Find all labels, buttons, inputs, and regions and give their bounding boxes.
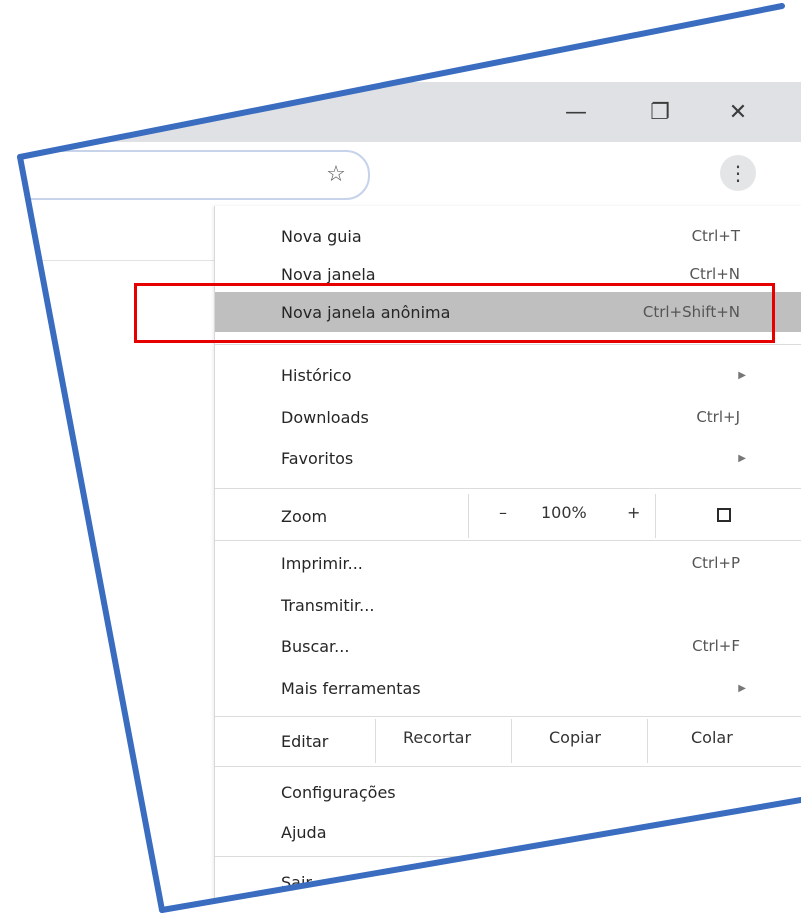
submenu-arrow-icon: ▶ — [738, 452, 746, 464]
menu-item-label: Nova janela — [281, 264, 376, 284]
menu-separator — [215, 716, 801, 717]
menu-item-shortcut: Ctrl+J — [696, 408, 740, 426]
chrome-menu-button[interactable]: ⋮ — [720, 155, 756, 191]
menu-item-shortcut: Ctrl+F — [692, 637, 740, 655]
screenshot-stage: — ❐ ✕ ☆ ⋮ Nova guia Ctrl+T Nova janela C… — [0, 0, 801, 917]
address-bar[interactable] — [20, 150, 370, 200]
menu-item-label: Nova janela anônima — [281, 302, 451, 322]
menu-item-more-tools[interactable]: Mais ferramentas ▶ — [215, 668, 801, 708]
menu-item-new-tab[interactable]: Nova guia Ctrl+T — [215, 216, 801, 256]
minimize-icon[interactable]: — — [556, 92, 596, 132]
zoom-divider — [655, 494, 656, 538]
menu-item-new-incognito-window[interactable]: Nova janela anônima Ctrl+Shift+N — [215, 292, 801, 332]
close-icon[interactable]: ✕ — [718, 92, 758, 132]
menu-item-help[interactable]: Ajuda — [215, 812, 801, 852]
menu-item-downloads[interactable]: Downloads Ctrl+J — [215, 397, 801, 437]
menu-item-label: Histórico — [281, 365, 352, 385]
menu-item-label: Ajuda — [281, 822, 327, 842]
edit-label: Editar — [281, 731, 329, 751]
zoom-label: Zoom — [281, 506, 328, 526]
menu-item-find[interactable]: Buscar... Ctrl+F — [215, 626, 801, 666]
menu-item-label: Transmitir... — [281, 595, 375, 615]
menu-item-shortcut: Ctrl+T — [691, 227, 740, 245]
zoom-in-button[interactable]: + — [627, 503, 640, 522]
menu-item-label: Favoritos — [281, 448, 354, 468]
title-bar — [20, 82, 801, 142]
edit-divider — [511, 719, 512, 763]
menu-item-label: Imprimir... — [281, 553, 363, 573]
edit-divider — [647, 719, 648, 763]
chrome-menu: Nova guia Ctrl+T Nova janela Ctrl+N Nova… — [214, 206, 801, 910]
menu-item-shortcut: Ctrl+P — [691, 554, 740, 572]
menu-separator — [215, 344, 801, 345]
bookmark-star-icon[interactable]: ☆ — [322, 160, 350, 188]
menu-item-new-window[interactable]: Nova janela Ctrl+N — [215, 254, 801, 294]
submenu-arrow-icon: ▶ — [738, 369, 746, 381]
cut-button[interactable]: Recortar — [403, 728, 471, 747]
menu-item-label: Nova guia — [281, 226, 362, 246]
menu-separator — [215, 766, 801, 767]
edit-divider — [375, 719, 376, 763]
menu-item-settings[interactable]: Configurações — [215, 772, 801, 812]
menu-separator — [215, 540, 801, 541]
menu-item-label: Configurações — [281, 782, 396, 802]
zoom-out-button[interactable]: – — [499, 503, 507, 522]
zoom-level: 100% — [541, 503, 587, 522]
menu-item-label: Sair — [281, 872, 312, 892]
menu-item-print[interactable]: Imprimir... Ctrl+P — [215, 543, 801, 583]
browser-screenshot: — ❐ ✕ ☆ ⋮ Nova guia Ctrl+T Nova janela C… — [20, 6, 801, 910]
paste-button[interactable]: Colar — [691, 728, 733, 747]
menu-item-shortcut: Ctrl+N — [689, 265, 740, 283]
menu-item-cast[interactable]: Transmitir... — [215, 585, 801, 625]
zoom-divider — [468, 494, 469, 538]
copy-button[interactable]: Copiar — [549, 728, 601, 747]
menu-item-bookmarks[interactable]: Favoritos ▶ — [215, 438, 801, 478]
menu-item-exit[interactable]: Sair — [215, 862, 801, 902]
menu-separator — [215, 856, 801, 857]
menu-item-shortcut: Ctrl+Shift+N — [642, 303, 740, 321]
menu-item-label: Downloads — [281, 407, 369, 427]
menu-row-zoom: Zoom — [215, 494, 801, 538]
menu-separator — [215, 488, 801, 489]
menu-item-label: Buscar... — [281, 636, 350, 656]
fullscreen-icon[interactable] — [717, 508, 731, 522]
page-divider — [20, 260, 214, 261]
menu-item-label: Mais ferramentas — [281, 678, 421, 698]
submenu-arrow-icon: ▶ — [738, 682, 746, 694]
menu-item-history[interactable]: Histórico ▶ — [215, 355, 801, 395]
restore-icon[interactable]: ❐ — [640, 92, 680, 132]
